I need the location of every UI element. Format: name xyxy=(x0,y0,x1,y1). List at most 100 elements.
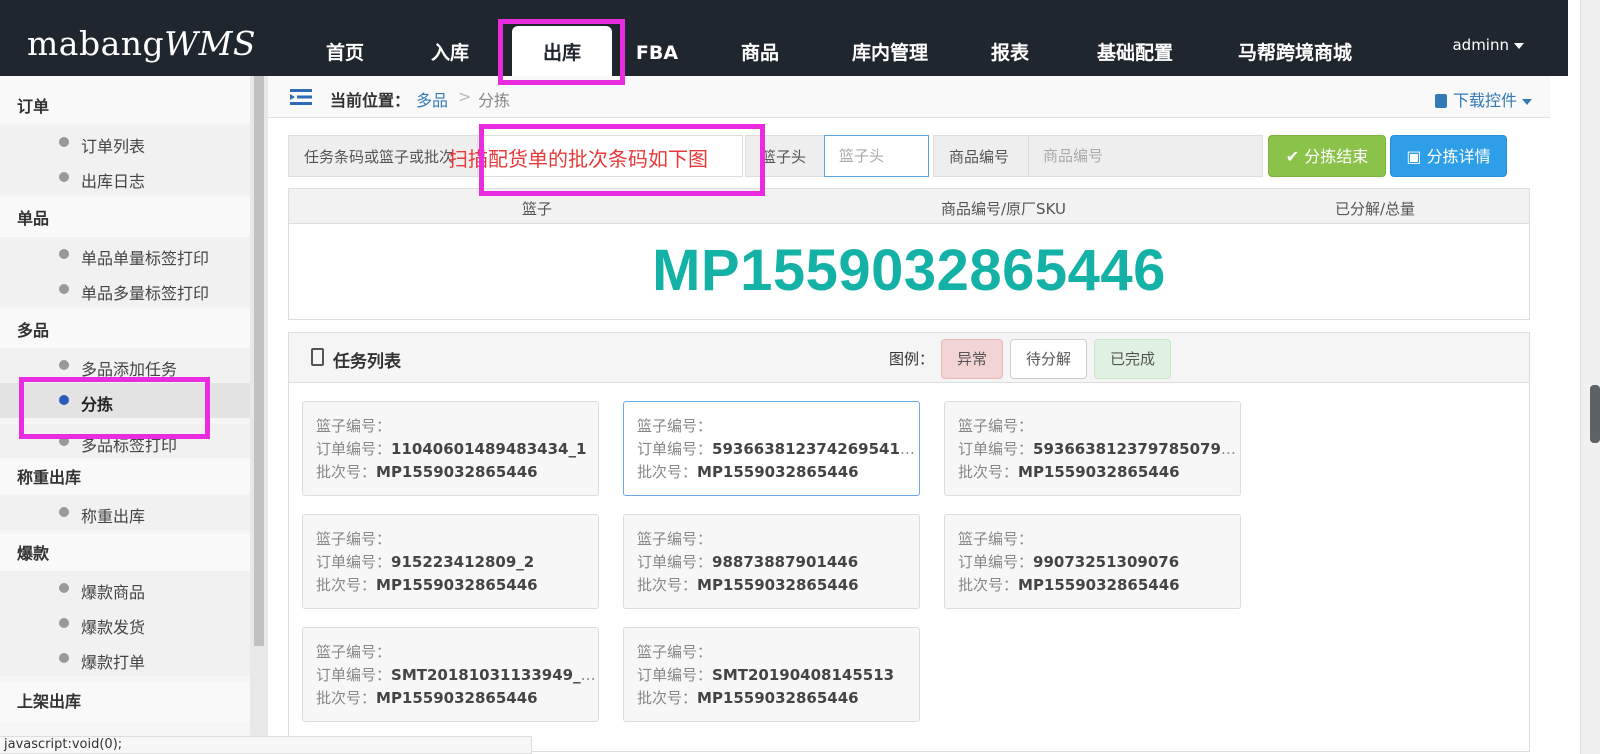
legend-label: 图例： xyxy=(889,350,935,368)
task-card[interactable]: 篮子编号： 订单编号：915223412809_2 批次号：MP15590328… xyxy=(302,514,599,609)
finish-sorting-button[interactable]: ✔ 分拣结束 xyxy=(1268,135,1386,177)
logo-brand: mabang xyxy=(27,24,165,63)
sorting-result-table: 篮子 商品编号/原厂SKU 已分解/总量 MP1559032865446 xyxy=(288,188,1530,320)
sidebar-item-hot-shipping[interactable]: 爆款发货 xyxy=(0,606,250,641)
sidebar-item-label: 爆款打单 xyxy=(81,653,146,672)
col-basket: 篮子 xyxy=(522,200,553,218)
task-card[interactable]: 篮子编号： 订单编号：5936638123742695414... 批次号：MP… xyxy=(623,401,920,496)
breadcrumb-parent-link[interactable]: 多品 xyxy=(416,87,448,111)
sku-label: 商品编号 xyxy=(933,135,1029,177)
chevron-down-icon xyxy=(1514,42,1524,49)
page-scroll-handle[interactable] xyxy=(1590,385,1600,443)
sorting-detail-label: 分拣详情 xyxy=(1426,147,1491,166)
batch-field-label: 批次号： xyxy=(637,576,698,594)
table-header: 篮子 商品编号/原厂SKU 已分解/总量 xyxy=(289,189,1529,224)
bullet-icon xyxy=(59,284,69,294)
legend-pending: 待分解 xyxy=(1010,339,1088,379)
task-card[interactable]: 篮子编号： 订单编号：11040601489483434_1 批次号：MP155… xyxy=(302,401,599,496)
task-card[interactable]: 篮子编号： 订单编号：98873887901446 批次号：MP15590328… xyxy=(623,514,920,609)
sku-input-group: 商品编号 商品编号 xyxy=(933,135,1263,177)
batch-field-label: 批次号： xyxy=(637,689,698,707)
user-menu[interactable]: adminn xyxy=(1452,36,1524,54)
user-name: adminn xyxy=(1452,36,1509,54)
bullet-icon xyxy=(59,507,69,517)
task-card[interactable]: 篮子编号： 订单编号：5936638123797850791... 批次号：MP… xyxy=(944,401,1241,496)
sidebar-item-single-qty-label[interactable]: 单品单量标签打印 xyxy=(0,237,250,272)
sidebar-group-hot: 爆款 xyxy=(0,534,250,572)
sidebar-item-label: 单品单量标签打印 xyxy=(81,249,210,268)
batch-number: MP1559032865446 xyxy=(1018,576,1180,594)
basket-field-label: 篮子编号： xyxy=(316,417,392,435)
nav-products[interactable]: 商品 xyxy=(715,26,805,76)
page-scrollbar[interactable] xyxy=(1580,0,1600,754)
nav-mall[interactable]: 马帮跨境商城 xyxy=(1220,26,1370,76)
sidebar-group-shelving: 上架出库 xyxy=(0,682,250,722)
clipboard-icon: ▣ xyxy=(1406,147,1427,166)
sidebar-item-label: 订单列表 xyxy=(81,137,146,156)
nav-inbound[interactable]: 入库 xyxy=(405,26,495,76)
basket-field-label: 篮子编号： xyxy=(958,417,1034,435)
menu-toggle-icon[interactable] xyxy=(290,88,312,106)
basket-field-label: 篮子编号： xyxy=(316,643,392,661)
download-plugin-menu[interactable]: 下载控件 xyxy=(1434,87,1532,111)
order-field-label: 订单编号： xyxy=(958,440,1034,458)
batch-number: MP1559032865446 xyxy=(697,576,859,594)
order-number: SMT20190408145513 xyxy=(712,666,895,684)
sidebar-item-hot-products[interactable]: 爆款商品 xyxy=(0,571,250,606)
sorting-detail-button[interactable]: ▣ 分拣详情 xyxy=(1390,135,1507,177)
batch-field-label: 批次号： xyxy=(958,463,1019,481)
main-content: 任务条码或篮子或批次 扫描配货单的批次条码如下图 篮子头 篮子头 商品编号 商品… xyxy=(268,118,1550,752)
current-batch-number: MP1559032865446 xyxy=(652,238,1166,303)
breadcrumb-current-page: 分拣 xyxy=(478,91,511,110)
basket-field-label: 篮子编号： xyxy=(958,530,1034,548)
batch-number: MP1559032865446 xyxy=(697,689,859,707)
batch-number: MP1559032865446 xyxy=(1018,463,1180,481)
nav-fba[interactable]: FBA xyxy=(612,26,702,76)
batch-field-label: 批次号： xyxy=(316,689,377,707)
bullet-icon xyxy=(59,583,69,593)
basket-field-label: 篮子编号： xyxy=(637,643,713,661)
batch-field-label: 批次号： xyxy=(316,576,377,594)
nav-config[interactable]: 基础配置 xyxy=(1075,26,1195,76)
batch-number: MP1559032865446 xyxy=(376,689,538,707)
nav-home[interactable]: 首页 xyxy=(300,26,390,76)
order-number: 98873887901446 xyxy=(712,553,859,571)
finish-sorting-label: 分拣结束 xyxy=(1304,147,1369,166)
task-card[interactable]: 篮子编号： 订单编号：99073251309076 批次号：MP15590328… xyxy=(944,514,1241,609)
sidebar-item-label: 爆款商品 xyxy=(81,583,146,602)
sidebar-group-multi: 多品 xyxy=(0,310,250,350)
download-icon xyxy=(1434,94,1447,108)
bullet-icon xyxy=(59,172,69,182)
logo[interactable]: mabangWMS xyxy=(27,24,256,63)
batch-field-label: 批次号： xyxy=(958,576,1019,594)
sidebar-item-multi-qty-label[interactable]: 单品多量标签打印 xyxy=(0,272,250,307)
basket-field-label: 篮子编号： xyxy=(637,417,713,435)
nav-warehouse[interactable]: 库内管理 xyxy=(830,26,950,76)
sidebar-item-outbound-log[interactable]: 出库日志 xyxy=(0,160,250,195)
task-card[interactable]: 篮子编号： 订单编号：SMT20190408145513 批次号：MP15590… xyxy=(623,627,920,722)
order-number: SMT20181031133949_12 xyxy=(391,666,598,684)
logo-suffix: WMS xyxy=(164,24,256,63)
check-icon: ✔ xyxy=(1285,147,1305,166)
sidebar-item-hot-print[interactable]: 爆款打单 xyxy=(0,641,250,676)
basket-field-label: 篮子编号： xyxy=(316,530,392,548)
sku-input[interactable]: 商品编号 xyxy=(1028,135,1263,177)
sidebar-scroll-thumb[interactable] xyxy=(254,76,264,646)
task-list-title: 任务列表 xyxy=(333,352,401,372)
sidebar-item-order-list[interactable]: 订单列表 xyxy=(0,125,250,160)
batch-number: MP1559032865446 xyxy=(376,463,538,481)
task-card[interactable]: 篮子编号： 订单编号：SMT20181031133949_12 批次号：MP15… xyxy=(302,627,599,722)
bullet-icon xyxy=(59,360,69,370)
basket-input[interactable]: 篮子头 xyxy=(824,135,929,177)
breadcrumb-label: 当前位置： xyxy=(330,91,411,110)
highlight-box-sorting-item xyxy=(19,377,210,439)
order-field-label: 订单编号： xyxy=(316,440,392,458)
order-field-label: 订单编号： xyxy=(637,553,713,571)
basket-field-label: 篮子编号： xyxy=(637,530,713,548)
sidebar-item-weigh-outbound[interactable]: 称重出库 xyxy=(0,495,250,530)
col-progress: 已分解/总量 xyxy=(1335,200,1416,218)
batch-number: MP1559032865446 xyxy=(376,576,538,594)
order-field-label: 订单编号： xyxy=(637,666,713,684)
nav-reports[interactable]: 报表 xyxy=(965,26,1055,76)
bullet-icon xyxy=(59,653,69,663)
